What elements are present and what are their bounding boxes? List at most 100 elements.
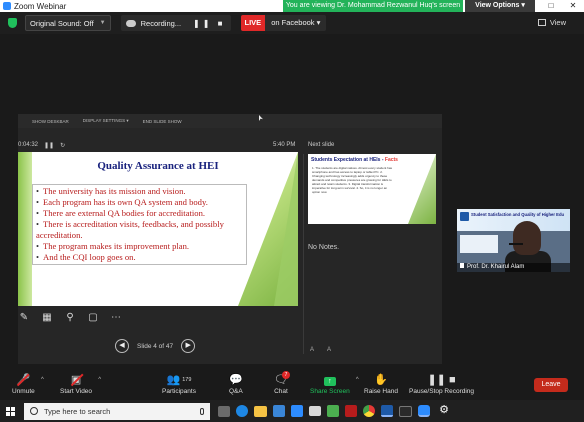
viewing-banner: You are viewing Dr. Mohammad Rezwanul Hu…: [283, 0, 463, 12]
presenter-view: SHOW DESKBAR DISPLAY SETTINGS ▾ END SLID…: [18, 114, 442, 364]
live-badge: LIVE: [240, 15, 266, 31]
cloud-icon: [125, 19, 136, 27]
taskbar-app-icon-2[interactable]: [327, 405, 339, 417]
recording-indicator: Recording... ❚❚ ■: [120, 15, 231, 31]
text-size-controls[interactable]: A A: [310, 347, 337, 353]
view-options-button[interactable]: View Options ▾: [465, 0, 535, 12]
pane-divider[interactable]: [303, 154, 304, 354]
video-banner: Student Satisfaction and Quality of High…: [457, 209, 570, 231]
slide-tools: ✎ ▦ ⚲ ▢ ⋯: [18, 312, 122, 324]
slide-counter: Slide 4 of 47: [137, 342, 174, 350]
start-button[interactable]: [0, 400, 20, 422]
windows-taskbar: Type here to search ⚙: [0, 400, 584, 422]
next-slide-preview[interactable]: Students Expectation at HEIs - Facts 1. …: [308, 154, 436, 224]
black-screen-icon[interactable]: ▢: [87, 312, 99, 324]
recording-label: Recording...: [140, 18, 182, 28]
chat-button[interactable]: 🗨 7 Chat: [274, 371, 290, 395]
reset-icon[interactable]: ↻: [60, 142, 65, 149]
slide-navigation: ◀ Slide 4 of 47 ▶: [115, 339, 196, 353]
chevron-down-icon[interactable]: ▼: [100, 20, 106, 26]
window-title: Zoom Webinar: [14, 1, 67, 11]
end-slideshow-button[interactable]: END SLIDE SHOW: [143, 119, 182, 124]
view-button[interactable]: View: [537, 18, 566, 27]
pen-icon[interactable]: ✎: [18, 312, 30, 324]
taskbar-app-icon[interactable]: [309, 406, 321, 416]
speaker-face: [513, 221, 541, 255]
display-settings-button[interactable]: DISPLAY SETTINGS ▾: [83, 118, 129, 124]
bullet: The program makes its improvement plan.: [36, 241, 243, 252]
participant-video[interactable]: Student Satisfaction and Quality of High…: [457, 209, 570, 272]
speaker-notes: No Notes.: [308, 244, 340, 251]
original-sound-toggle[interactable]: Original Sound: Off ▼: [25, 15, 111, 31]
settings-gear-icon[interactable]: ⚙: [436, 404, 452, 418]
pause-stop-icon[interactable]: ❚❚ ■: [193, 19, 225, 28]
zoom-magnifier-icon[interactable]: ⚲: [64, 312, 76, 324]
participants-button[interactable]: 👥 179 Participants: [162, 374, 196, 395]
bullet: The university has its mission and visio…: [36, 186, 243, 197]
share-screen-icon: ↑: [323, 377, 336, 386]
next-slide-button[interactable]: ▶: [181, 339, 196, 353]
slide-title: Quality Assurance at HEI: [97, 160, 219, 172]
live-target: on Facebook ▾: [265, 15, 327, 31]
previous-slide-button[interactable]: ◀: [115, 339, 129, 353]
leave-button[interactable]: Leave: [534, 378, 568, 392]
grid-icon: [537, 19, 546, 26]
mail-icon[interactable]: [291, 405, 303, 417]
microphone-icon[interactable]: [200, 407, 204, 415]
see-all-slides-icon[interactable]: ▦: [41, 312, 53, 324]
zoom-taskbar-icon[interactable]: [418, 405, 430, 417]
chevron-up-icon[interactable]: ^: [356, 377, 359, 383]
search-placeholder: Type here to search: [44, 406, 111, 416]
more-options-icon[interactable]: ⋯: [110, 312, 122, 324]
next-slide-body: 1. The students are digital natives. Alm…: [312, 166, 392, 194]
maximize-icon[interactable]: □: [540, 0, 562, 12]
pause-stop-icon: ❚❚ ■: [427, 374, 456, 386]
raise-hand-button[interactable]: ✋ Raise Hand: [364, 374, 398, 395]
view-label: View: [549, 18, 566, 27]
shared-screen: SHOW DESKBAR DISPLAY SETTINGS ▾ END SLID…: [0, 34, 584, 368]
chrome-icon[interactable]: [363, 405, 375, 417]
institution-logo: [460, 212, 469, 221]
video-off-icon: ▣: [70, 374, 82, 386]
meeting-topbar: Original Sound: Off ▼ Recording... ❚❚ ■ …: [0, 12, 584, 34]
word-icon[interactable]: [381, 405, 393, 417]
task-view-icon[interactable]: [218, 405, 230, 417]
chevron-up-icon[interactable]: ^: [41, 377, 44, 383]
timer-value: 0:04:32: [18, 142, 39, 148]
bullet: And the CQI loop goes on.: [36, 252, 243, 263]
windows-logo-icon: [5, 406, 15, 416]
store-icon[interactable]: [273, 405, 285, 417]
edge-icon[interactable]: [236, 405, 248, 417]
meeting-controls: 🎤 Unmute ^ ▣ Start Video ^ 👥 179 Particip…: [0, 368, 584, 400]
participants-icon: 👥: [166, 374, 181, 386]
video-background-panel: [460, 235, 498, 253]
live-indicator[interactable]: LIVE on Facebook ▾: [240, 15, 327, 31]
search-icon: [30, 407, 38, 415]
pause-stop-recording-button[interactable]: ❚❚ ■ Pause/Stop Recording: [409, 374, 474, 395]
next-slide-title: Students Expectation at HEIs - Facts: [311, 157, 398, 163]
share-screen-button[interactable]: ↑ Share Screen ^: [310, 374, 359, 395]
start-video-button[interactable]: ▣ Start Video ^: [60, 374, 101, 395]
slide-bullets: The university has its mission and visio…: [32, 184, 247, 265]
zoom-icon: [3, 2, 11, 10]
powerpoint-icon[interactable]: [345, 405, 357, 417]
photos-icon[interactable]: [399, 405, 412, 417]
bullet: There are external QA bodies for accredi…: [36, 208, 243, 219]
chat-badge: 7: [282, 371, 290, 379]
unmute-button[interactable]: 🎤 Unmute ^: [12, 374, 44, 395]
bullet: There is accreditation visits, feedbacks…: [36, 219, 243, 241]
close-icon[interactable]: ✕: [562, 0, 584, 12]
current-slide: Quality Assurance at HEI The university …: [18, 152, 298, 306]
clock: 5:40 PM: [273, 142, 296, 148]
file-explorer-icon[interactable]: [254, 405, 267, 417]
chevron-up-icon[interactable]: ^: [98, 377, 101, 383]
participants-count: 179: [182, 377, 192, 383]
qa-icon: 💬: [229, 374, 243, 386]
security-shield-icon[interactable]: [8, 18, 17, 28]
pause-icon[interactable]: ❚❚: [44, 142, 54, 149]
show-taskbar-button[interactable]: SHOW DESKBAR: [32, 119, 69, 124]
qa-button[interactable]: 💬 Q&A: [229, 374, 243, 395]
taskbar-search[interactable]: Type here to search: [24, 402, 210, 420]
raise-hand-icon: ✋: [374, 374, 388, 386]
original-sound-label: Original Sound: Off: [30, 18, 94, 28]
